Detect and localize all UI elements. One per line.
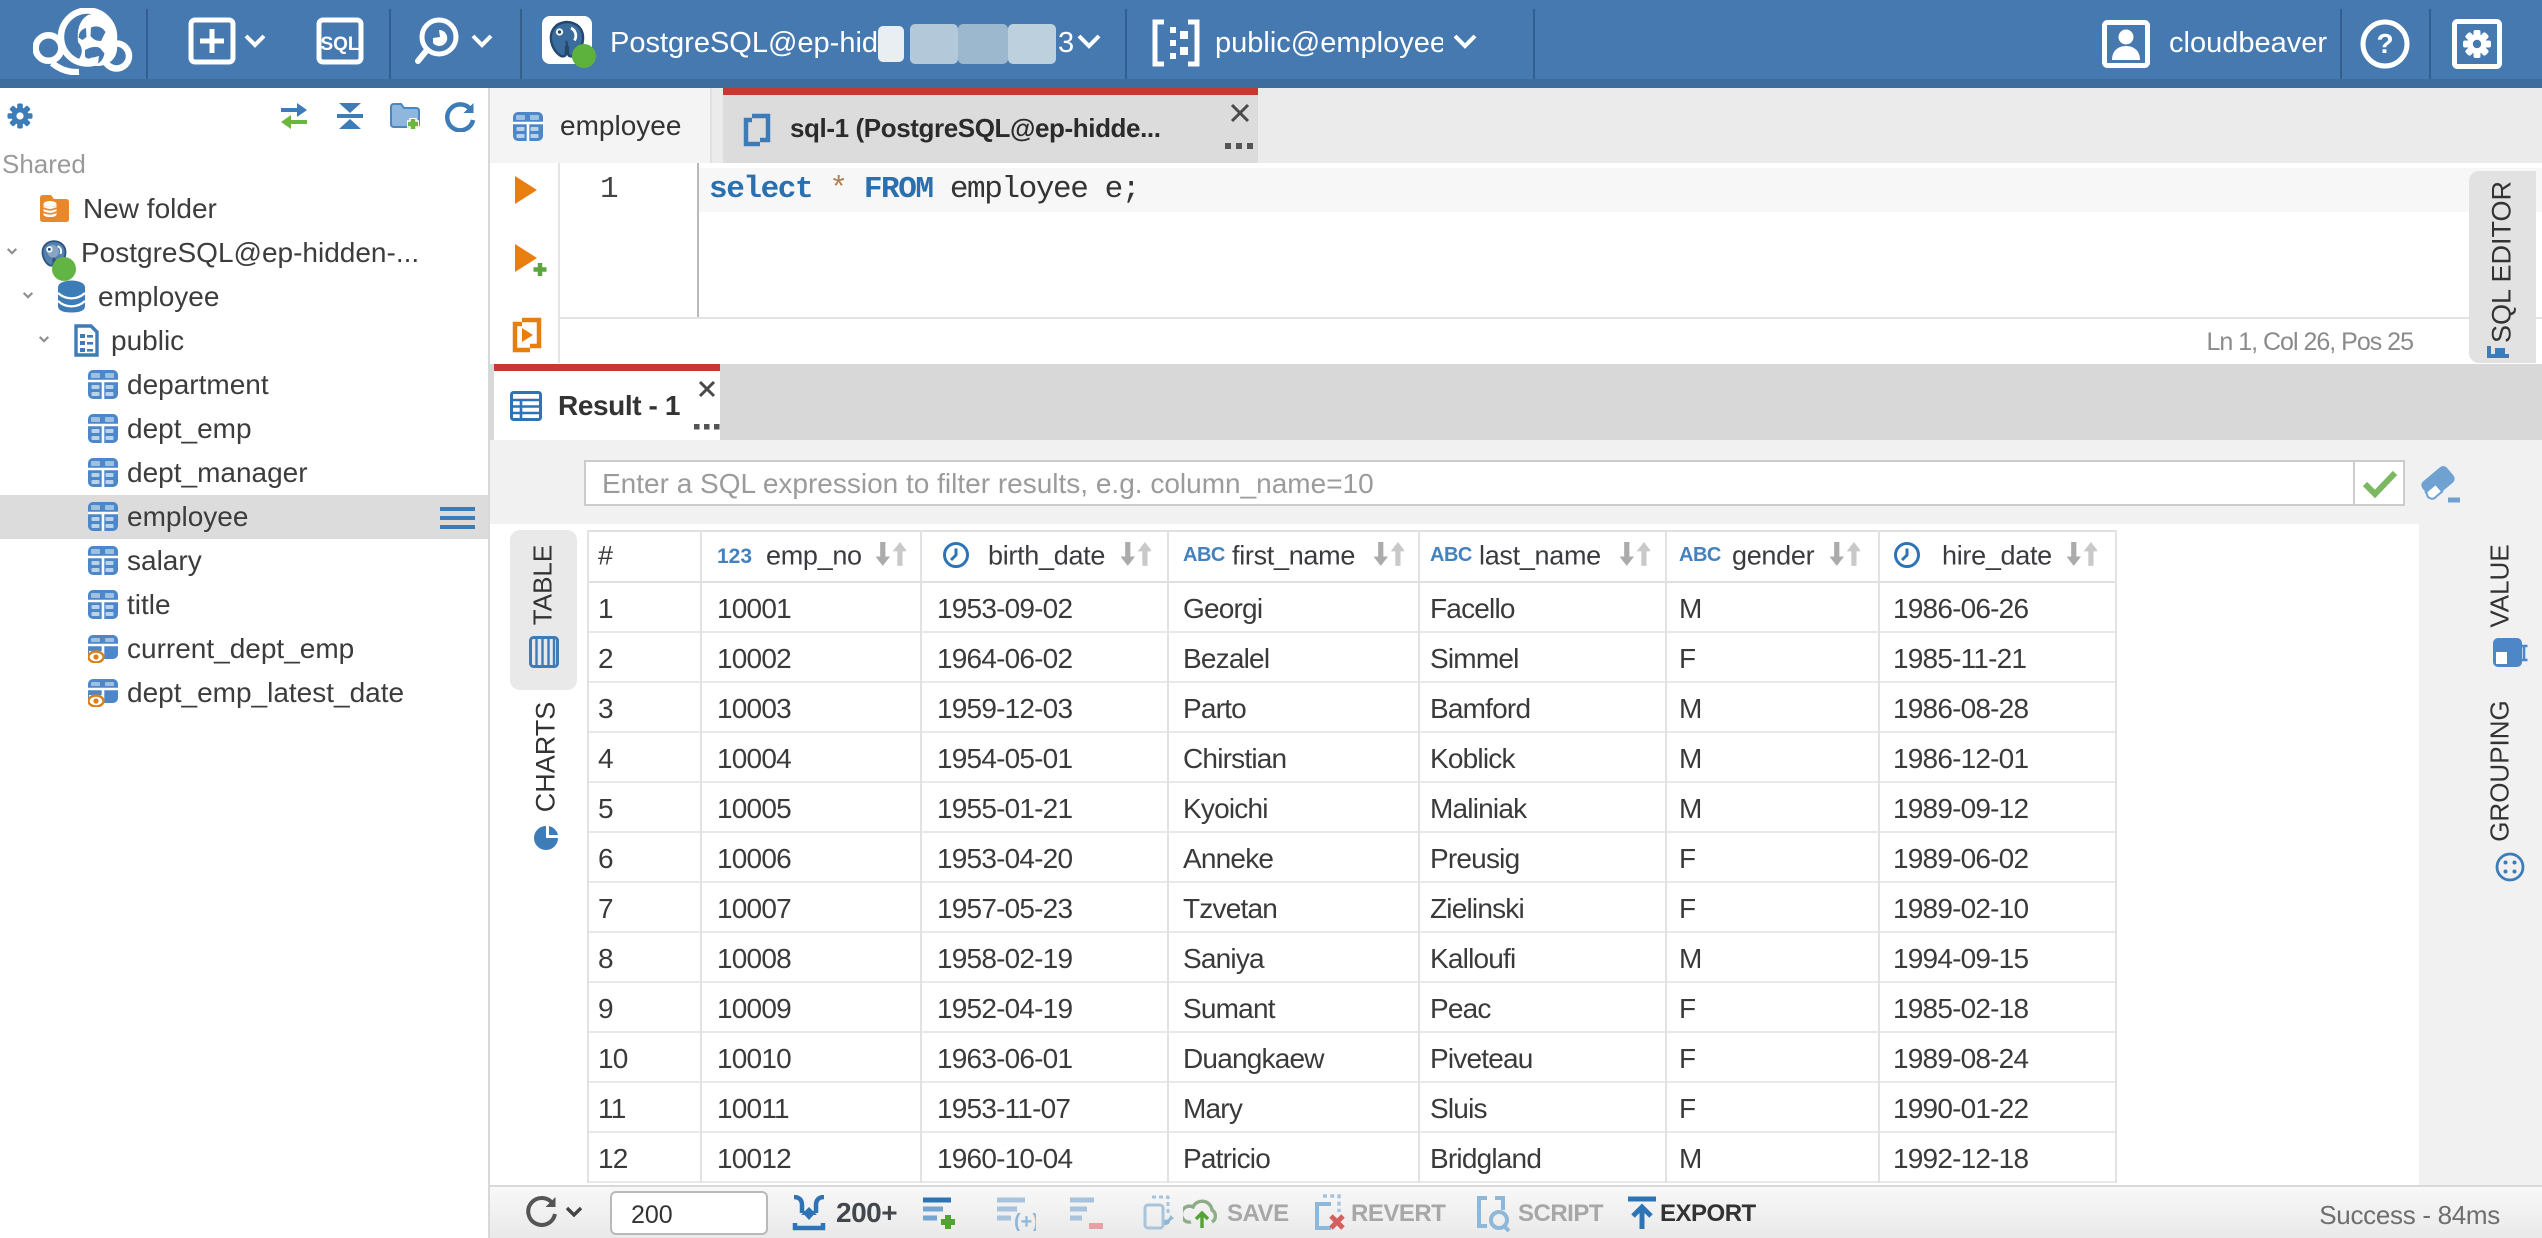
svg-text:(+): (+)	[1014, 1211, 1036, 1231]
svg-text:?: ?	[2376, 28, 2393, 59]
svg-text:SQL: SQL	[320, 34, 359, 55]
